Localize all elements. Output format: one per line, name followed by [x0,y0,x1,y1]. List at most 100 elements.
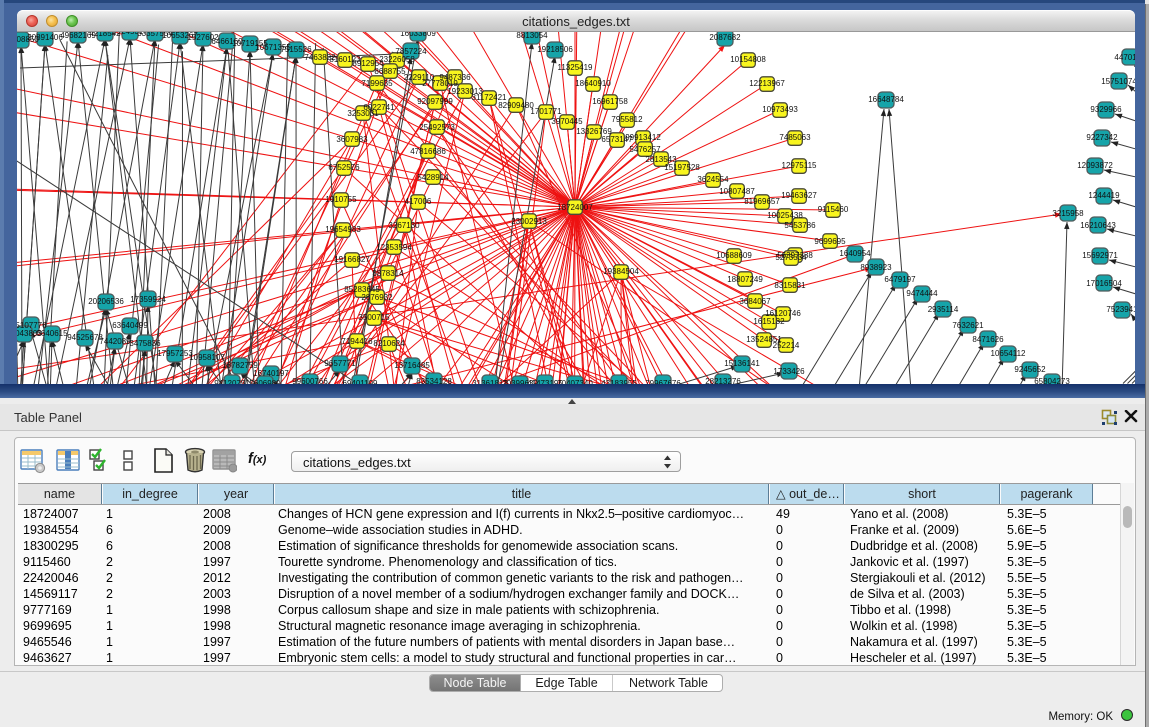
svg-text:17957253: 17957253 [157,349,193,358]
svg-text:3267130: 3267130 [388,221,420,230]
svg-text:7857224: 7857224 [395,47,427,56]
svg-text:3475836: 3475836 [129,339,161,348]
svg-text:15136141: 15136141 [724,359,760,368]
svg-text:13716485: 13716485 [394,361,430,370]
svg-text:16033809: 16033809 [400,32,436,38]
svg-text:43183955: 43183955 [601,379,637,384]
svg-text:7194416: 7194416 [341,337,373,346]
svg-text:10654112: 10654112 [991,349,1027,358]
svg-text:9227342: 9227342 [1086,133,1118,142]
svg-text:3607983: 3607983 [336,135,368,144]
svg-text:9245652: 9245652 [1014,365,1046,374]
svg-text:99600766: 99600766 [292,377,328,384]
svg-text:19218506: 19218506 [537,45,573,54]
svg-text:18807249: 18807249 [727,275,763,284]
svg-text:1615132: 1615132 [753,317,785,326]
svg-text:17359924: 17359924 [130,295,166,304]
svg-text:16648784: 16648784 [868,95,904,104]
svg-text:7955812: 7955812 [611,115,643,124]
svg-text:1244419: 1244419 [1088,191,1120,200]
svg-text:8210624: 8210624 [373,339,405,348]
svg-text:16740197: 16740197 [253,369,289,378]
svg-text:7442089: 7442089 [99,337,131,346]
svg-text:19166827: 19166827 [334,255,370,264]
svg-text:8315831: 8315831 [774,281,806,290]
svg-text:3215958: 3215958 [1052,209,1084,218]
svg-text:7515526: 7515526 [280,45,312,54]
svg-text:19654983: 19654983 [325,225,361,234]
svg-text:6479197: 6479197 [884,275,916,284]
svg-text:8878314: 8878314 [372,269,404,278]
svg-text:94525678: 94525678 [67,333,103,342]
svg-text:2087682: 2087682 [709,33,741,42]
svg-text:1733426: 1733426 [773,367,805,376]
svg-text:41473195: 41473195 [527,379,563,384]
svg-text:12093872: 12093872 [1077,161,1113,170]
svg-text:1701771: 1701771 [530,107,562,116]
svg-text:81969657: 81969657 [744,197,780,206]
svg-text:92097999: 92097999 [417,97,453,106]
svg-text:1640954: 1640954 [839,249,871,258]
svg-text:8938923: 8938923 [860,263,892,272]
svg-text:12213967: 12213967 [749,79,785,88]
svg-text:10807487: 10807487 [719,187,755,196]
svg-text:252214: 252214 [773,341,800,350]
svg-text:4470105: 4470105 [1114,53,1135,62]
svg-text:23002913: 23002913 [511,217,547,226]
svg-text:28213276: 28213276 [705,377,741,384]
svg-text:7199635: 7199635 [361,79,393,88]
svg-text:3624554: 3624554 [697,175,729,184]
svg-text:47816686: 47816686 [410,147,446,156]
svg-text:82909480: 82909480 [498,101,534,110]
svg-text:5273534: 5273534 [775,253,807,262]
svg-text:7485063: 7485063 [779,133,811,142]
svg-text:18724007: 18724007 [557,203,593,212]
svg-text:10958107: 10958107 [189,353,225,362]
svg-text:19463627: 19463627 [781,191,817,200]
svg-text:10025438: 10025438 [767,211,803,220]
svg-text:8688755: 8688755 [374,67,406,76]
svg-text:79967676: 79967676 [645,379,681,384]
svg-text:18640910: 18640910 [575,79,611,88]
svg-text:2935114: 2935114 [928,305,959,314]
svg-text:8640615: 8640615 [36,329,68,338]
svg-text:19384504: 19384504 [603,267,639,276]
svg-text:9474444: 9474444 [906,289,938,298]
svg-text:5606980: 5606980 [249,379,281,384]
svg-text:7632621: 7632621 [952,321,984,330]
svg-text:16961758: 16961758 [592,97,628,106]
svg-text:65804273: 65804273 [1034,377,1070,384]
svg-text:10688609: 10688609 [716,251,752,260]
svg-text:25492573: 25492573 [419,123,455,132]
svg-text:9657771: 9657771 [324,359,356,368]
svg-text:69401199: 69401199 [343,379,379,384]
svg-text:63640499: 63640499 [112,321,148,330]
svg-text:3500715: 3500715 [358,313,390,322]
svg-text:417006: 417006 [405,197,432,206]
svg-text:9329966: 9329966 [1090,105,1122,114]
svg-text:6752576: 6752576 [328,163,360,172]
svg-text:3970445: 3970445 [551,117,583,126]
svg-text:3684067: 3684067 [739,297,771,306]
svg-text:8813054: 8813054 [516,32,548,40]
svg-text:7523941: 7523941 [1106,305,1135,314]
svg-text:20891406: 20891406 [27,33,63,42]
svg-text:2876932: 2876932 [361,293,393,302]
svg-text:23226058: 23226058 [379,55,415,64]
svg-text:99913412: 99913412 [625,133,661,142]
svg-text:17016504: 17016504 [1086,279,1122,288]
svg-text:11325419: 11325419 [558,63,594,72]
svg-text:5428914: 5428914 [417,173,449,182]
svg-text:9699695: 9699695 [814,237,846,246]
svg-text:8471626: 8471626 [972,335,1004,344]
svg-text:10973493: 10973493 [762,105,798,114]
svg-text:83534128: 83534128 [416,377,452,384]
svg-text:12975115: 12975115 [782,161,818,170]
svg-text:15692971: 15692971 [1082,251,1118,260]
svg-text:5476257: 5476257 [629,145,661,154]
svg-text:20206536: 20206536 [88,297,124,306]
svg-text:5453786: 5453786 [784,221,816,230]
svg-text:9115460: 9115460 [818,205,849,214]
svg-text:3253031: 3253031 [347,109,379,118]
svg-text:15751074: 15751074 [1101,77,1135,86]
